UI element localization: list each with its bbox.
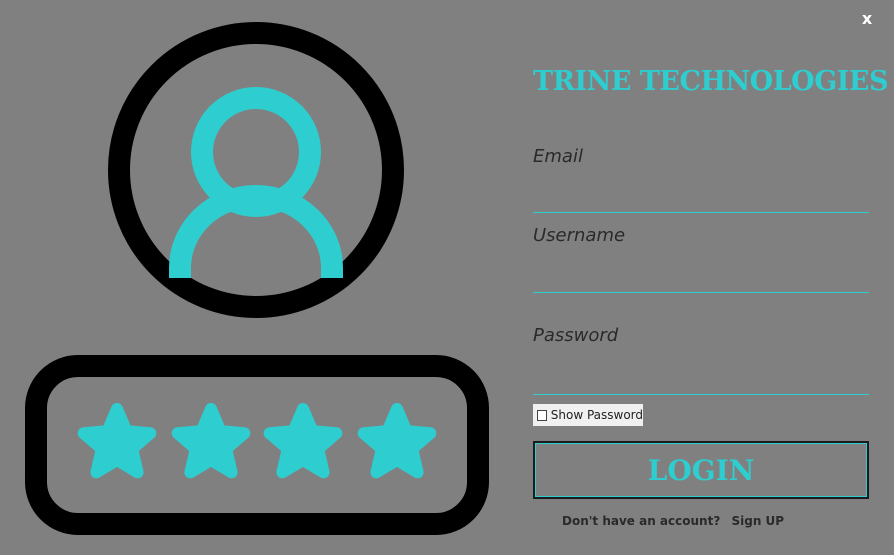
- password-asterisks-icon: [25, 355, 489, 535]
- login-illustration: [25, 22, 489, 535]
- email-label: Email: [533, 146, 583, 167]
- show-password-checkbox[interactable]: Show Password: [533, 404, 643, 426]
- signup-link[interactable]: Sign UP: [731, 514, 784, 528]
- login-window: x TRINE TECHNOLOGIES Email Username Pass…: [0, 0, 894, 555]
- password-label: Password: [533, 325, 619, 346]
- signup-prompt: Don't have an account?: [562, 514, 721, 528]
- signup-row: Don't have an account? Sign UP: [562, 514, 784, 528]
- user-avatar-icon: [108, 22, 404, 318]
- show-password-label: Show Password: [550, 408, 643, 422]
- email-field[interactable]: [533, 184, 869, 213]
- asterisk-icon-1: [77, 403, 157, 479]
- brand-title: TRINE TECHNOLOGIES: [533, 66, 888, 97]
- username-field[interactable]: [533, 264, 869, 293]
- username-label: Username: [533, 225, 626, 246]
- login-button[interactable]: LOGIN: [533, 441, 869, 499]
- password-field[interactable]: [533, 366, 869, 395]
- asterisk-icon-4: [357, 403, 437, 479]
- asterisk-icon-2: [171, 403, 251, 479]
- login-button-label: LOGIN: [647, 453, 755, 487]
- checkbox-icon[interactable]: [537, 409, 547, 421]
- close-button[interactable]: x: [857, 8, 877, 30]
- asterisk-icon-3: [263, 403, 343, 479]
